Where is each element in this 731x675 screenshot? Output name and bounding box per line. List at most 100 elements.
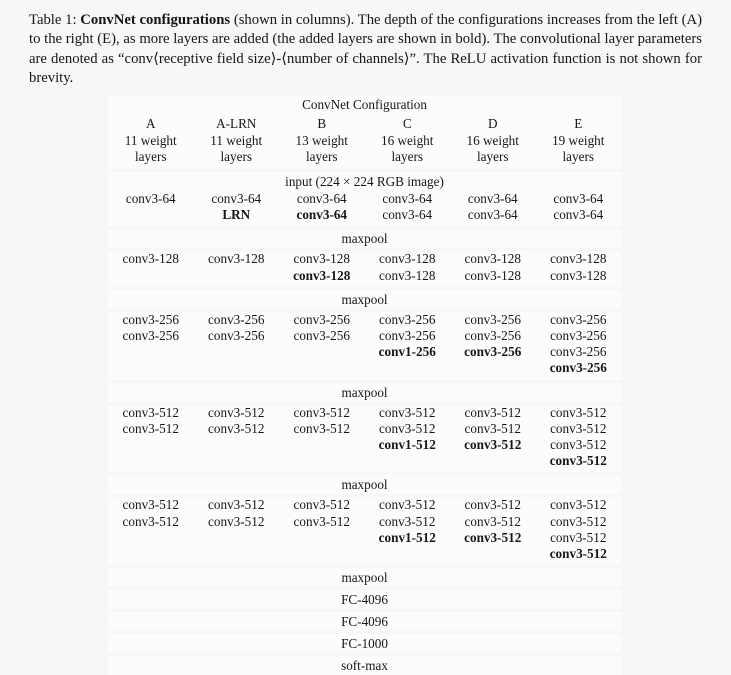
convnet-configuration-table-wrapper: ConvNet Configuration A A-LRN B C D E 11 weight… — [108, 96, 622, 675]
cell-block-512b-c: conv3-512 conv3-512 conv1-512 — [364, 497, 450, 566]
column-header-a: A — [108, 114, 194, 133]
layer-label: conv3-256 — [379, 327, 436, 343]
layer-label: conv3-256 — [550, 327, 607, 343]
layer-label: conv3-64 — [296, 207, 348, 223]
layer-label: conv3-256 — [464, 344, 522, 360]
weight-layers-line: layers — [562, 149, 595, 165]
footer-row-fc-4096: FC-4096 — [108, 590, 622, 610]
maxpool-row-3: maxpool — [108, 382, 622, 402]
cell-block-512a-e: conv3-512 conv3-512 conv3-512 conv3-512 — [535, 404, 622, 473]
layer-label: conv3-128 — [122, 251, 179, 267]
cell-block-256-c: conv3-256 conv3-256 conv1-256 — [364, 311, 450, 380]
cell-block-512a-b: conv3-512 conv3-512 — [279, 404, 365, 473]
cell-block-64-e: conv3-64 conv3-64 — [535, 191, 622, 227]
weight-layers-a: 11 weight layers — [108, 133, 194, 169]
column-header-c: C — [364, 114, 450, 133]
layer-label: conv3-512 — [122, 420, 179, 436]
layer-label: conv3-512 — [293, 420, 350, 436]
layer-label: conv1-512 — [378, 436, 436, 452]
cell-block-256-b: conv3-256 conv3-256 — [279, 311, 365, 380]
cell-block-64-d: conv3-64 conv3-64 — [450, 191, 536, 227]
column-header-e: E — [535, 114, 622, 133]
maxpool-row-4: maxpool — [108, 475, 622, 495]
cell-block-128-e: conv3-128 conv3-128 — [535, 251, 622, 287]
input-row: input (224 × 224 RGB image) — [108, 172, 622, 191]
layer-label: conv3-128 — [550, 267, 607, 283]
layer-label: conv3-512 — [464, 529, 522, 545]
weight-layers-c: 16 weight layers — [364, 133, 450, 169]
cell-block-64-a: conv3-64 — [108, 191, 194, 227]
convnet-configuration-table: ConvNet Configuration A A-LRN B C D E 11 weight… — [108, 96, 622, 675]
layer-label: conv3-64 — [467, 191, 518, 206]
weight-layers-line: layers — [477, 149, 509, 165]
layer-label: conv3-512 — [379, 404, 436, 420]
cell-block-512b-e: conv3-512 conv3-512 conv3-512 conv3-512 — [535, 497, 622, 566]
layer-label: conv3-512 — [293, 513, 350, 529]
layer-label: conv3-256 — [208, 311, 265, 327]
layer-label: conv1-512 — [378, 529, 436, 545]
cell-block-512a-a-lrn: conv3-512 conv3-512 — [193, 404, 279, 473]
layer-label: conv3-512 — [293, 404, 350, 420]
layer-label: conv3-128 — [293, 267, 351, 283]
layer-label: conv3-512 — [208, 420, 265, 436]
layer-label: conv3-512 — [122, 497, 179, 513]
layer-label: conv3-256 — [464, 327, 521, 343]
layer-label: conv3-512 — [549, 453, 607, 469]
cell-block-128-d: conv3-128 conv3-128 — [450, 251, 536, 287]
cell-block-256-e: conv3-256 conv3-256 conv3-256 conv3-256 — [535, 311, 622, 380]
layer-label: conv3-512 — [550, 420, 607, 436]
weight-layers-a-lrn: 11 weight layers — [193, 133, 279, 169]
weight-layers-d: 16 weight layers — [450, 133, 536, 169]
weight-layers-e: 19 weight layers — [535, 133, 622, 169]
column-header-b: B — [279, 114, 365, 133]
cell-block-256-d: conv3-256 conv3-256 conv3-256 — [450, 311, 536, 380]
layer-label: conv3-128 — [464, 251, 521, 267]
footer-row-fc-1000: FC-1000 — [108, 634, 622, 654]
layer-label: conv3-512 — [464, 436, 522, 452]
layer-label: conv3-512 — [550, 497, 607, 513]
cell-block-256-a-lrn: conv3-256 conv3-256 — [193, 311, 279, 380]
caption-label: Table 1: — [29, 12, 77, 28]
layer-label: conv3-128 — [379, 267, 436, 283]
layer-label: conv3-64 — [382, 207, 433, 223]
layer-label: conv3-512 — [464, 420, 521, 436]
table-title-cell: ConvNet Configuration — [108, 96, 622, 114]
cell-block-128-c: conv3-128 conv3-128 — [364, 251, 450, 287]
weight-layers-line: layers — [220, 149, 253, 165]
weight-layers-line: 11 weight — [210, 133, 263, 148]
weight-layers-line: 16 weight — [466, 133, 519, 148]
cell-block-512a-a: conv3-512 conv3-512 — [108, 404, 194, 473]
footer-row-maxpool: maxpool — [108, 568, 622, 588]
layer-label: conv3-512 — [208, 404, 265, 420]
weight-layers-line: 19 weight — [552, 133, 605, 148]
cell-block-512b-d: conv3-512 conv3-512 conv3-512 — [450, 497, 536, 566]
layer-label: conv3-512 — [379, 420, 436, 436]
cell-block-64-b: conv3-64 conv3-64 — [279, 191, 365, 227]
cell-block-512b-a: conv3-512 conv3-512 — [108, 497, 194, 566]
weight-layers-line: layers — [135, 149, 167, 165]
layer-label: conv3-64 — [296, 191, 347, 206]
layer-label: conv3-256 — [122, 327, 179, 343]
weight-layers-line: layers — [391, 149, 424, 165]
layer-label: conv3-128 — [550, 251, 607, 267]
weight-layers-line: 13 weight — [295, 133, 348, 148]
layer-label: conv3-128 — [208, 251, 265, 267]
layer-label: conv3-256 — [122, 311, 179, 327]
weight-layers-line: 11 weight — [124, 133, 177, 148]
layer-label: conv3-512 — [464, 404, 521, 420]
layer-label: conv3-256 — [293, 311, 350, 327]
layer-label: conv3-256 — [208, 327, 265, 343]
layer-label: LRN — [222, 207, 251, 223]
cell-block-64-a-lrn: conv3-64 LRN — [193, 191, 279, 227]
footer-row-soft-max: soft-max — [108, 656, 622, 675]
cell-block-512b-b: conv3-512 conv3-512 — [279, 497, 365, 566]
layer-label: conv3-512 — [550, 513, 607, 529]
layer-label: conv3-512 — [464, 513, 521, 529]
cell-block-128-b: conv3-128 conv3-128 — [279, 251, 365, 287]
layer-label: conv3-64 — [553, 191, 604, 206]
layer-label: conv3-512 — [549, 545, 607, 561]
layer-label: conv3-256 — [550, 311, 607, 327]
layer-label: conv3-512 — [122, 513, 179, 529]
caption-bold-title: ConvNet configurations — [80, 12, 231, 28]
table-caption: Table 1: ConvNet configurations (shown i… — [29, 11, 702, 89]
